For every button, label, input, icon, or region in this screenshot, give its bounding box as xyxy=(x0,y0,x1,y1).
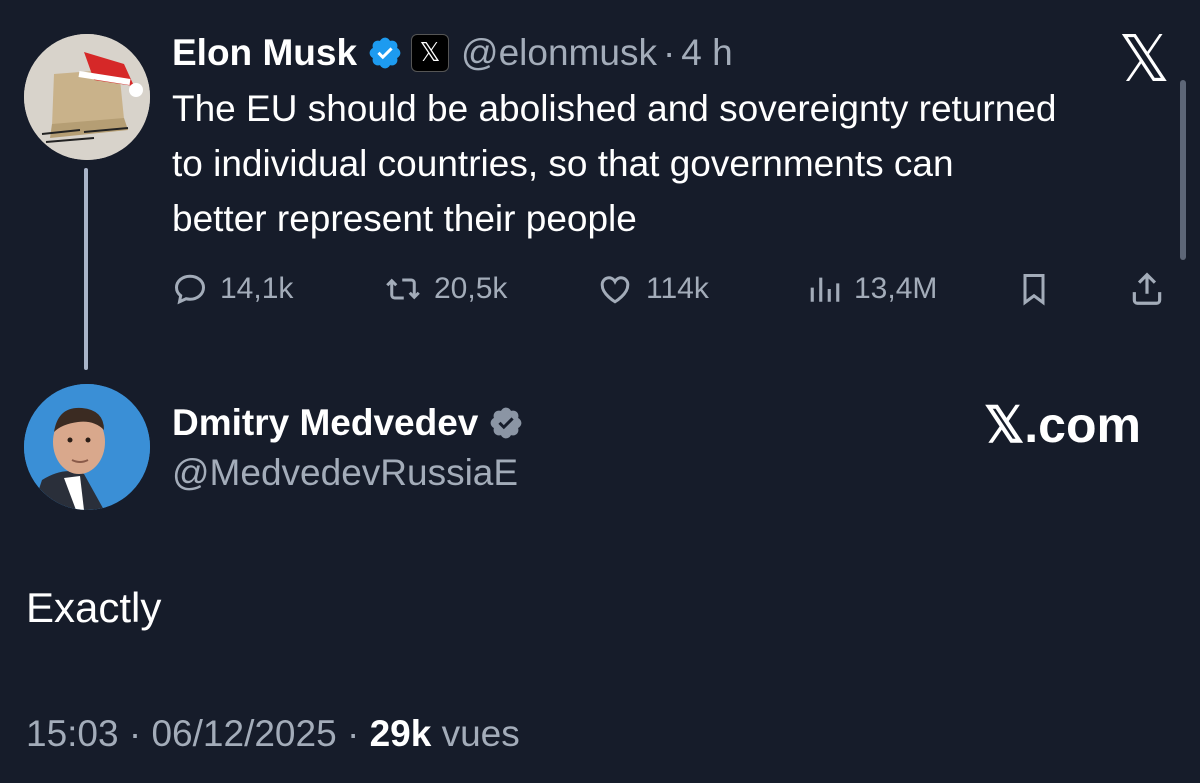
tweet-text: The EU should be abolished and sovereign… xyxy=(172,81,1056,246)
author-handle[interactable]: @elonmusk xyxy=(461,32,657,74)
repost-count: 20,5k xyxy=(434,272,508,305)
post-date[interactable]: 06/12/2025 xyxy=(151,713,336,754)
avatar-image xyxy=(24,34,150,160)
scrollbar[interactable] xyxy=(1180,80,1186,260)
repost-button[interactable]: 20,5k xyxy=(384,262,507,316)
post-time[interactable]: 15:03 xyxy=(26,713,119,754)
tweet-text-line: to individual countries, so that governm… xyxy=(172,143,954,184)
verified-badge-icon xyxy=(369,37,401,69)
analytics-icon xyxy=(810,277,840,302)
share-button[interactable] xyxy=(1128,262,1166,316)
tweet-footer-meta: 15:03 · 06/12/2025 · 29k vues xyxy=(26,713,520,755)
meta-separator: · xyxy=(346,713,360,754)
reply-author-handle[interactable]: @MedvedevRussiaE xyxy=(172,452,518,494)
reply-author-name[interactable]: Dmitry Medvedev xyxy=(172,402,478,444)
heart-icon xyxy=(600,276,630,304)
verified-badge-icon xyxy=(491,407,522,439)
reply-text: Exactly xyxy=(26,584,162,631)
tweet-action-bar: 14,1k 20,5k 114k 13,4M xyxy=(172,262,1172,316)
share-icon xyxy=(1132,272,1162,305)
x-com-logo: 𝕏.com xyxy=(984,397,1141,453)
like-count: 114k xyxy=(646,272,709,305)
x-logo-icon: 𝕏 xyxy=(1118,23,1170,97)
avatar-image xyxy=(24,384,150,510)
dmitry-medvedev-avatar[interactable] xyxy=(24,384,150,510)
bookmark-icon xyxy=(1023,274,1045,306)
x-logo-icon: 𝕏 xyxy=(411,34,450,72)
reply-button[interactable]: 14,1k xyxy=(172,262,293,316)
thread-connector-line xyxy=(84,168,88,370)
author-name[interactable]: Elon Musk xyxy=(172,32,357,74)
reply-header: Dmitry Medvedev xyxy=(172,400,524,446)
elon-musk-avatar[interactable] xyxy=(24,34,150,160)
view-count: 13,4M xyxy=(854,272,938,305)
repost-icon xyxy=(386,278,420,300)
tweet-header: Elon Musk 𝕏 @elonmusk · 4 h xyxy=(172,30,733,76)
bookmark-button[interactable] xyxy=(1016,262,1052,316)
views-button[interactable]: 13,4M xyxy=(808,262,937,316)
time-separator: · xyxy=(662,32,676,73)
tweet-text-line: The EU should be abolished and sovereign… xyxy=(172,88,1057,129)
like-button[interactable]: 114k xyxy=(596,262,709,316)
tweet-time[interactable]: 4 h xyxy=(681,32,732,74)
views-label: vues xyxy=(441,713,520,754)
views-count: 29k xyxy=(369,713,432,754)
reply-count: 14,1k xyxy=(220,272,294,305)
reply-icon xyxy=(174,274,206,305)
tweet-text-line: better represent their people xyxy=(172,198,637,239)
meta-separator: · xyxy=(128,713,142,754)
